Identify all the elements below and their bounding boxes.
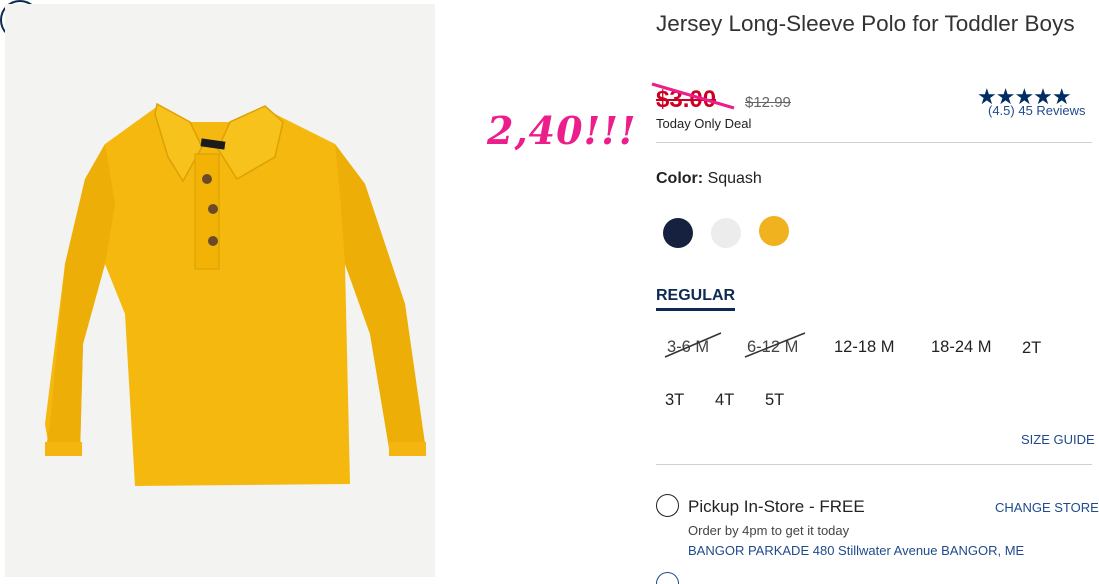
color-selected-value: Squash <box>707 170 762 187</box>
unavailable-strike-icon <box>664 332 722 358</box>
swatch-white[interactable] <box>711 218 741 248</box>
price-annotation: 2,40!!! <box>487 108 637 153</box>
color-label: Color: Squash <box>656 170 762 188</box>
deal-label: Today Only Deal <box>656 116 752 131</box>
next-option-radio[interactable] <box>656 572 679 584</box>
size-option-4t[interactable]: 4T <box>715 391 734 410</box>
product-image[interactable] <box>5 4 435 577</box>
size-guide-link[interactable]: SIZE GUIDE <box>1021 432 1095 447</box>
store-address-link[interactable]: BANGOR PARKADE 480 Stillwater Avenue BAN… <box>688 543 1024 558</box>
original-price: $12.99 <box>745 94 791 111</box>
tab-regular[interactable]: REGULAR <box>656 287 736 311</box>
swatch-navy[interactable] <box>663 218 693 248</box>
size-option-18-24m[interactable]: 18-24 M <box>931 338 992 357</box>
divider <box>656 464 1092 465</box>
size-option-12-18m[interactable]: 12-18 M <box>834 338 895 357</box>
pickup-radio[interactable] <box>656 494 679 517</box>
price-scribble-mark <box>651 82 735 110</box>
change-store-link[interactable]: CHANGE STORE <box>995 500 1099 515</box>
pickup-label[interactable]: Pickup In-Store - FREE <box>688 497 865 517</box>
size-option-2t[interactable]: 2T <box>1022 339 1041 358</box>
order-deadline-text: Order by 4pm to get it today <box>688 523 850 538</box>
divider <box>656 142 1092 143</box>
polo-shirt-image <box>45 102 426 486</box>
swatch-squash[interactable] <box>759 216 789 246</box>
product-title: Jersey Long-Sleeve Polo for Toddler Boys <box>656 11 1075 36</box>
color-label-key: Color: <box>656 170 704 187</box>
size-option-3t[interactable]: 3T <box>665 391 684 410</box>
reviews-link[interactable]: (4.5) 45 Reviews <box>988 103 1086 118</box>
unavailable-strike-icon <box>744 332 806 358</box>
size-option-5t[interactable]: 5T <box>765 391 784 410</box>
